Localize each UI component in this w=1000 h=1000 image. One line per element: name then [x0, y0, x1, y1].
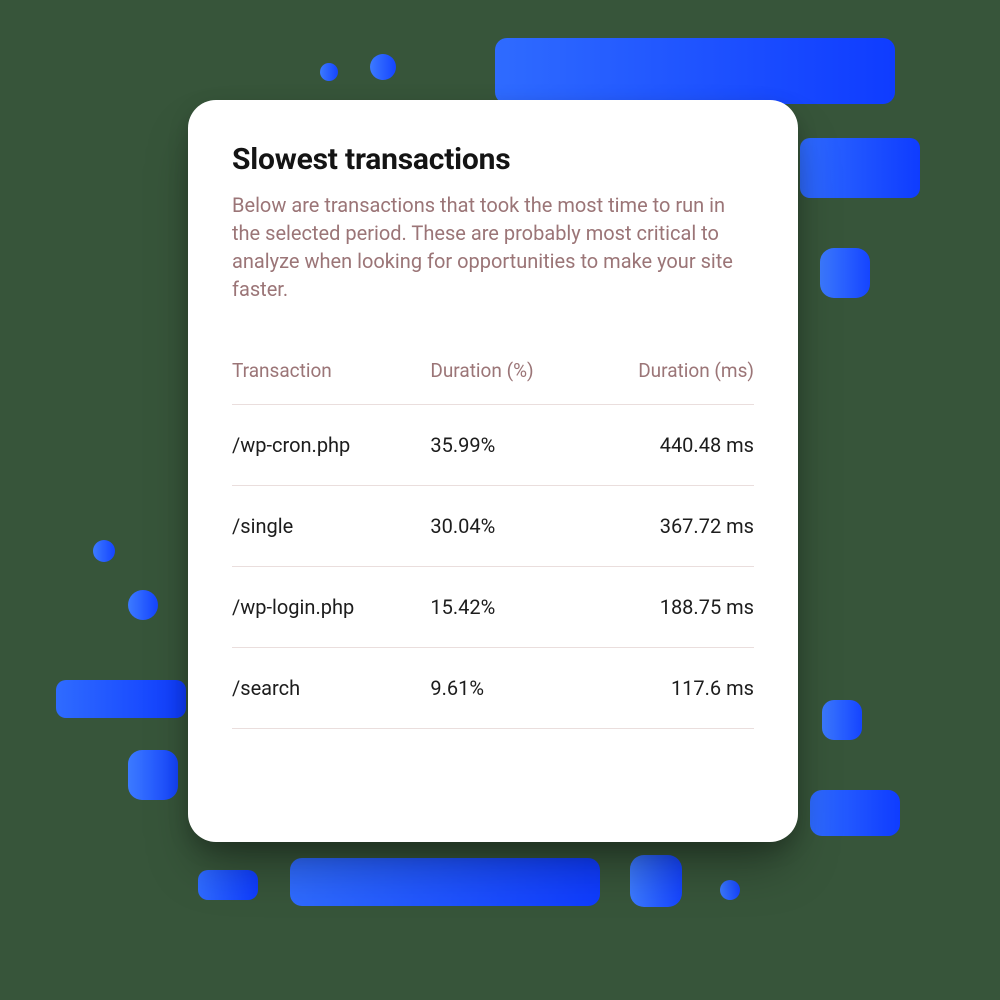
decoration-dot: [128, 590, 158, 620]
decoration-dot: [93, 540, 115, 562]
col-header-duration-ms: Duration (ms): [587, 359, 754, 405]
decoration-dot: [820, 248, 870, 298]
cell-duration-pct: 15.42%: [430, 567, 587, 648]
cell-duration-ms: 188.75 ms: [587, 567, 754, 648]
table-row[interactable]: /search 9.61% 117.6 ms: [232, 648, 754, 729]
cell-transaction: /single: [232, 486, 430, 567]
decoration-bar: [198, 870, 258, 900]
decoration-dot: [320, 63, 338, 81]
table-row[interactable]: /wp-login.php 15.42% 188.75 ms: [232, 567, 754, 648]
cell-duration-ms: 440.48 ms: [587, 405, 754, 486]
table-row[interactable]: /single 30.04% 367.72 ms: [232, 486, 754, 567]
cell-duration-ms: 367.72 ms: [587, 486, 754, 567]
decoration-dot: [370, 54, 396, 80]
decoration-bar: [495, 38, 895, 104]
decoration-dot: [822, 700, 862, 740]
decoration-bar: [56, 680, 186, 718]
cell-duration-pct: 35.99%: [430, 405, 587, 486]
table-header-row: Transaction Duration (%) Duration (ms): [232, 359, 754, 405]
cell-transaction: /wp-login.php: [232, 567, 430, 648]
cell-duration-pct: 30.04%: [430, 486, 587, 567]
decoration-dot: [720, 880, 740, 900]
decoration-bar: [810, 790, 900, 836]
col-header-duration-pct: Duration (%): [430, 359, 587, 405]
slowest-transactions-card: Slowest transactions Below are transacti…: [188, 100, 798, 842]
decoration-bar: [290, 858, 600, 906]
cell-duration-pct: 9.61%: [430, 648, 587, 729]
card-title: Slowest transactions: [232, 142, 754, 177]
card-description: Below are transactions that took the mos…: [232, 191, 752, 303]
transactions-table: Transaction Duration (%) Duration (ms) /…: [232, 359, 754, 729]
decoration-dot: [630, 855, 682, 907]
decoration-dot: [128, 750, 178, 800]
decoration-bar: [800, 138, 920, 198]
col-header-transaction: Transaction: [232, 359, 430, 405]
cell-transaction: /wp-cron.php: [232, 405, 430, 486]
cell-transaction: /search: [232, 648, 430, 729]
cell-duration-ms: 117.6 ms: [587, 648, 754, 729]
table-row[interactable]: /wp-cron.php 35.99% 440.48 ms: [232, 405, 754, 486]
